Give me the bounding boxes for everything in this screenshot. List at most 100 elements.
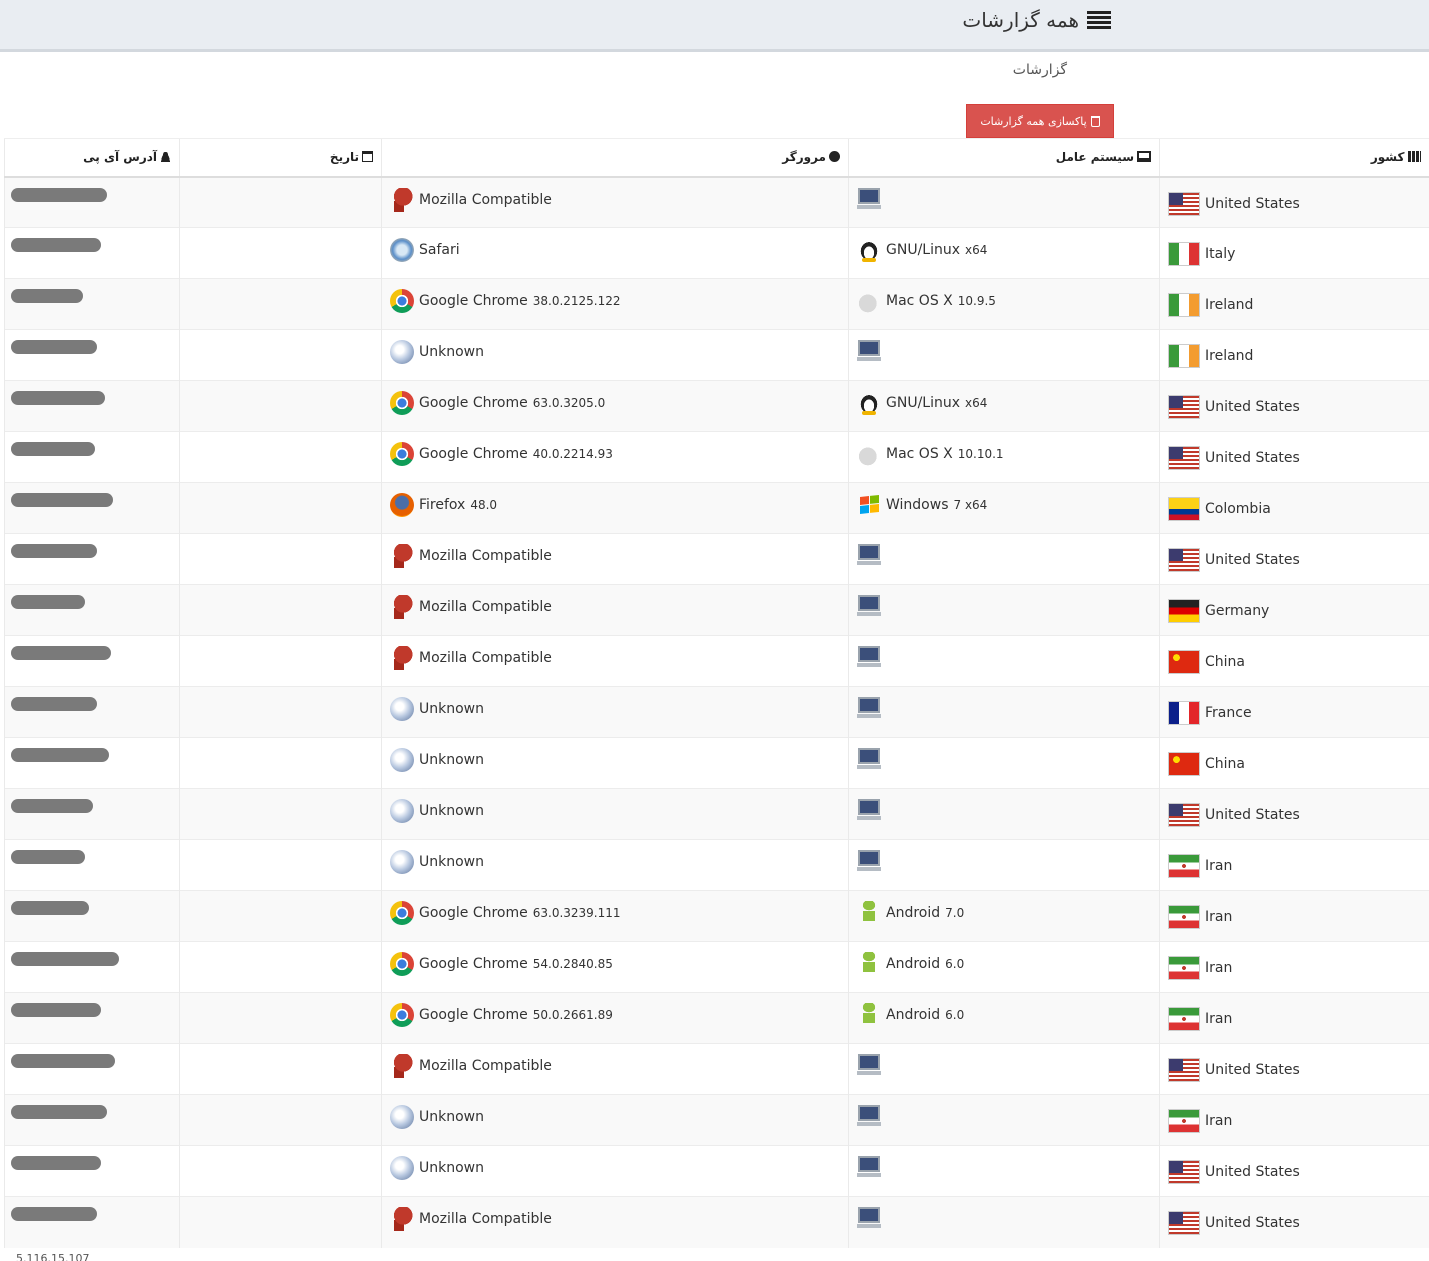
mozilla-icon xyxy=(390,1054,414,1078)
date-cell xyxy=(179,1043,382,1095)
browser-version: 54.0.2840.85 xyxy=(532,957,613,971)
column-header-country[interactable]: کشور xyxy=(1159,138,1429,178)
browser-cell: Unknown xyxy=(381,839,849,891)
flag-icon xyxy=(1168,650,1200,674)
ip-cell xyxy=(4,686,180,738)
ip-redacted xyxy=(11,442,95,456)
browser-name: Mozilla Compatible xyxy=(419,599,552,615)
country-cell: Iran xyxy=(1159,941,1429,993)
country-cell: Iran xyxy=(1159,992,1429,1044)
browser-version: 63.0.3239.111 xyxy=(532,906,621,920)
column-header-browser[interactable]: مرورگر xyxy=(381,138,849,178)
browser-cell: Unknown xyxy=(381,1145,849,1197)
country-cell: Ireland xyxy=(1159,329,1429,381)
browser-cell: Google Chrome 63.0.3205.0 xyxy=(381,380,849,432)
partial-row-ip: 5.116.15.107 xyxy=(16,1252,90,1261)
browser-name: Google Chrome xyxy=(419,905,528,921)
date-cell xyxy=(179,992,382,1044)
os-name: Android xyxy=(886,956,941,972)
os-cell xyxy=(848,533,1160,585)
country-name: United States xyxy=(1205,1215,1300,1231)
table-row: Mozilla Compatible United States xyxy=(4,533,1429,585)
os-cell xyxy=(848,788,1160,840)
os-cell xyxy=(848,584,1160,636)
unknown-browser-icon xyxy=(390,1105,414,1129)
android-icon xyxy=(857,1003,881,1027)
browser-cell: Google Chrome 63.0.3239.111 xyxy=(381,890,849,942)
unknown-browser-icon xyxy=(390,748,414,772)
user-icon xyxy=(160,151,171,163)
top-bar: همه گزارشات xyxy=(0,0,1429,52)
browser-cell: Google Chrome 54.0.2840.85 xyxy=(381,941,849,993)
ip-cell xyxy=(4,329,180,381)
column-header-ip[interactable]: آدرس آی پی xyxy=(4,138,180,178)
country-cell: United States xyxy=(1159,1145,1429,1197)
os-name: Mac OS X xyxy=(886,446,953,462)
ip-redacted xyxy=(11,493,113,507)
ip-redacted xyxy=(11,697,97,711)
ip-redacted xyxy=(11,1054,115,1068)
table-row: Unknown United States xyxy=(4,788,1429,840)
date-cell xyxy=(179,278,382,330)
ip-cell xyxy=(4,1145,180,1197)
browser-name: Mozilla Compatible xyxy=(419,191,552,208)
ip-cell xyxy=(4,635,180,687)
chrome-icon xyxy=(390,952,414,976)
browser-name: Safari xyxy=(419,242,460,258)
table-row: Google Chrome 63.0.3239.111 Android 7.0 Iran xyxy=(4,890,1429,942)
browser-version: 38.0.2125.122 xyxy=(532,294,621,308)
ip-cell xyxy=(4,1043,180,1095)
linux-icon xyxy=(857,238,881,262)
page-title: همه گزارشات xyxy=(962,8,1111,32)
country-name: United States xyxy=(1205,195,1300,212)
column-header-os[interactable]: سیستم عامل xyxy=(848,138,1160,178)
os-cell: Windows 7 x64 xyxy=(848,482,1160,534)
ip-cell xyxy=(4,941,180,993)
ip-cell xyxy=(4,533,180,585)
country-name: Iran xyxy=(1205,1011,1233,1027)
computer-icon xyxy=(857,646,881,668)
country-cell: United States xyxy=(1159,533,1429,585)
os-version: 10.10.1 xyxy=(957,447,1004,461)
os-version: 6.0 xyxy=(945,957,965,971)
firefox-icon xyxy=(390,493,414,517)
browser-cell: Mozilla Compatible xyxy=(381,176,849,228)
map-icon xyxy=(1407,151,1421,163)
list-icon xyxy=(1087,11,1111,29)
date-cell xyxy=(179,1145,382,1197)
clear-all-reports-button[interactable]: پاکسازی همه گزارشات xyxy=(966,104,1114,138)
flag-icon xyxy=(1168,293,1200,317)
os-cell xyxy=(848,176,1160,228)
section-subtitle: گزارشات xyxy=(1012,62,1067,78)
os-version: x64 xyxy=(965,243,988,257)
browser-version: 40.0.2214.93 xyxy=(532,447,613,461)
date-cell xyxy=(179,431,382,483)
flag-icon xyxy=(1168,752,1200,776)
ip-cell xyxy=(4,278,180,330)
browser-cell: Firefox 48.0 xyxy=(381,482,849,534)
country-cell: United States xyxy=(1159,431,1429,483)
table-row: Mozilla Compatible United States xyxy=(4,1043,1429,1095)
browser-name: Unknown xyxy=(419,1160,484,1176)
calendar-icon xyxy=(362,151,373,163)
ip-redacted xyxy=(11,1207,97,1221)
country-cell: Ireland xyxy=(1159,278,1429,330)
flag-icon xyxy=(1168,905,1200,929)
os-cell: Android 6.0 xyxy=(848,992,1160,1044)
column-header-date[interactable]: تاریخ xyxy=(179,138,382,178)
computer-icon xyxy=(857,544,881,566)
country-cell: United States xyxy=(1159,176,1429,228)
date-cell xyxy=(179,584,382,636)
country-name: United States xyxy=(1205,1062,1300,1078)
ip-cell xyxy=(4,431,180,483)
os-name: GNU/Linux xyxy=(886,395,961,411)
computer-icon xyxy=(857,850,881,872)
column-header-date-label: تاریخ xyxy=(329,150,359,165)
table-row: Google Chrome 63.0.3205.0 GNU/Linux x64 Unit… xyxy=(4,380,1429,432)
country-name: Italy xyxy=(1205,246,1236,262)
os-version: 6.0 xyxy=(945,1008,965,1022)
os-version: 10.9.5 xyxy=(957,294,996,308)
reports-table: آدرس آی پی تاریخ مرورگر سیستم عامل کشور … xyxy=(4,138,1429,1248)
ip-redacted xyxy=(11,1003,101,1017)
os-cell: GNU/Linux x64 xyxy=(848,227,1160,279)
